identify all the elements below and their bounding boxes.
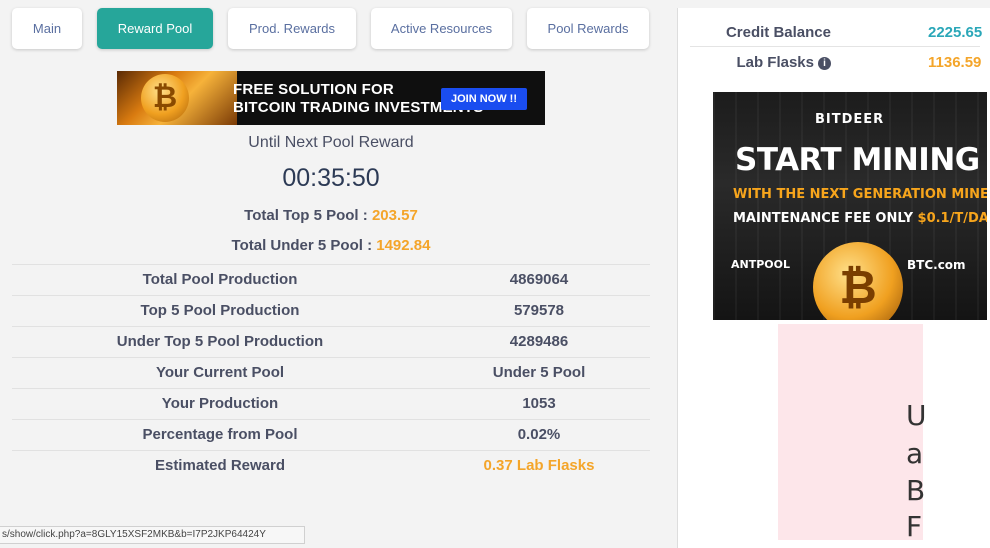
- table-row: Your Current Pool Under 5 Pool: [12, 357, 650, 388]
- ad-letter: U: [906, 399, 927, 432]
- stat-label: Estimated Reward: [154, 457, 286, 474]
- stat-label: Your Current Pool: [155, 364, 285, 381]
- ad-letter: a: [906, 437, 924, 470]
- countdown-timer: 00:35:50: [282, 164, 380, 192]
- stat-label: Total Pool Production: [142, 271, 298, 288]
- table-row: Top 5 Pool Production 579578: [12, 295, 650, 326]
- credit-balance-label: Credit Balance: [725, 24, 831, 41]
- table-row: Under Top 5 Pool Production 4289486: [12, 326, 650, 357]
- credit-balance-row: Credit Balance 2225.65: [678, 18, 990, 48]
- stat-value: 1053: [522, 395, 556, 412]
- stat-value: 0.02%: [517, 426, 561, 443]
- table-row: Your Production 1053: [12, 388, 650, 419]
- total-under5-pool-label: Total Under 5 Pool :: [231, 237, 373, 254]
- antpool-logo: ANTPOOL: [731, 258, 790, 271]
- tab-reward-pool[interactable]: Reward Pool: [97, 8, 213, 49]
- info-icon[interactable]: i: [818, 57, 831, 70]
- lab-flasks-label: Lab Flasks: [736, 54, 814, 71]
- table-row: Percentage from Pool 0.02%: [12, 419, 650, 450]
- ad-headline-line1: FREE SOLUTION FOR: [233, 81, 394, 98]
- link-status-url: s/show/click.php?a=8GLY15XSF2MKB&b=I7P2J…: [0, 526, 305, 544]
- tab-main[interactable]: Main: [12, 8, 82, 49]
- tab-active-resources[interactable]: Active Resources: [371, 8, 512, 49]
- bitdeer-mining-ad[interactable]: ₿ BITDEER START MINING BTC WITH THE NEXT…: [713, 92, 987, 320]
- table-row: Total Pool Production 4869064: [12, 264, 650, 295]
- total-top5-pool-label: Total Top 5 Pool :: [244, 207, 368, 224]
- stat-value: 4289486: [509, 333, 569, 350]
- until-next-reward-label: Until Next Pool Reward: [248, 134, 414, 151]
- bitcoin-trading-ad[interactable]: ₿ FREE SOLUTION FOR BITCOIN TRADING INVE…: [117, 71, 545, 125]
- ad-letter: B: [906, 474, 926, 507]
- estimated-reward-value: 0.37 Lab Flasks: [483, 457, 595, 474]
- stat-value: 4869064: [509, 271, 569, 288]
- divider: [690, 46, 980, 47]
- lab-flasks-label-wrap: Lab Flasks i: [736, 54, 831, 71]
- stat-value: 579578: [513, 302, 565, 319]
- ad-fee-value: $0.1/T/DAY: [917, 211, 987, 226]
- bitcoin-coin-icon: ₿: [141, 74, 189, 122]
- stat-label: Under Top 5 Pool Production: [116, 333, 324, 350]
- total-top5-pool-value: 203.57: [371, 207, 418, 224]
- pink-ad[interactable]: U a B F: [778, 324, 927, 543]
- total-top5-pool: Total Top 5 Pool : 203.57: [12, 207, 650, 224]
- ad-letter: F: [906, 510, 923, 543]
- tab-prod-rewards[interactable]: Prod. Rewards: [228, 8, 356, 49]
- tab-pool-rewards[interactable]: Pool Rewards: [527, 8, 649, 49]
- stat-label: Your Production: [161, 395, 279, 412]
- credit-balance-value: 2225.65: [928, 24, 983, 41]
- ad-headline: START MINING BTC: [735, 142, 987, 178]
- btc-com-logo: BTC.com: [907, 258, 966, 272]
- stat-value: Under 5 Pool: [492, 364, 586, 381]
- stat-label: Top 5 Pool Production: [140, 302, 300, 319]
- ad-brand: BITDEER: [815, 112, 885, 127]
- total-under5-pool-value: 1492.84: [376, 237, 431, 254]
- pool-stats-table: Total Pool Production 4869064 Top 5 Pool…: [12, 264, 650, 481]
- ad-subheadline: WITH THE NEXT GENERATION MINER!: [733, 187, 987, 202]
- stat-label: Percentage from Pool: [142, 426, 298, 443]
- ad-fee-line: MAINTENANCE FEE ONLY $0.1/T/DAY: [733, 211, 987, 226]
- ad-fee-text: MAINTENANCE FEE ONLY: [733, 211, 918, 226]
- lab-flasks-row: Lab Flasks i 1136.59: [678, 48, 990, 78]
- total-under5-pool: Total Under 5 Pool : 1492.84: [12, 237, 650, 254]
- ad-join-now-button[interactable]: JOIN NOW !!: [441, 88, 527, 110]
- lab-flasks-value: 1136.59: [928, 54, 982, 71]
- table-row: Estimated Reward 0.37 Lab Flasks: [12, 450, 650, 481]
